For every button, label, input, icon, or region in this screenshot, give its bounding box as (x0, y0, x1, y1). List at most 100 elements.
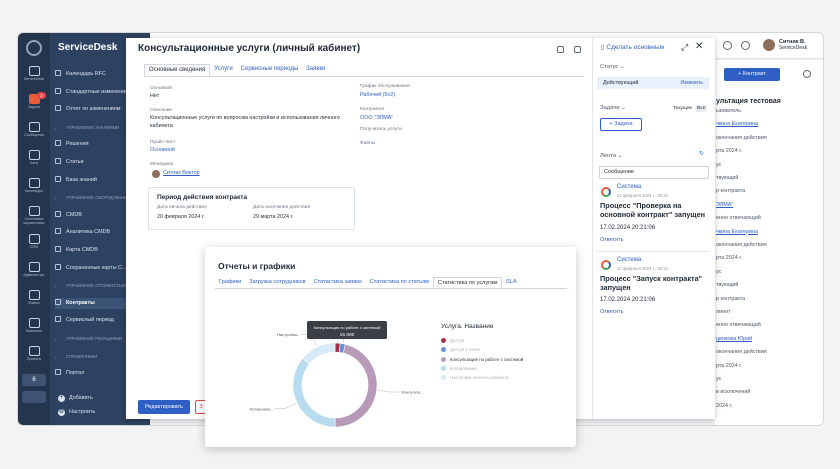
projects-icon (28, 346, 40, 356)
feed-separator (597, 251, 709, 252)
status-value: Действующий (603, 80, 639, 86)
legend-item[interactable]: Копирование (441, 365, 477, 371)
feed-label: Лента ⌄ (600, 153, 623, 159)
add-contract-button[interactable]: + Контракт (724, 68, 780, 81)
feed-message: Процесс "Проверка на основной контракт" … (600, 201, 706, 219)
feed-reply-link[interactable]: Ответить (600, 237, 624, 243)
nav-item-label: Сохраненные карты С... (66, 264, 127, 271)
nav-item-label: Аналитика CMDB (66, 229, 111, 236)
schedule-link[interactable]: Рабочий (5х2) (360, 92, 395, 100)
user-menu[interactable]: Ситник В. ServiceDesk (779, 39, 807, 51)
help-icon[interactable] (741, 41, 750, 50)
price-list-link[interactable]: Основной (150, 147, 175, 155)
manager-avatar (152, 170, 160, 178)
bell-icon[interactable] (557, 46, 564, 53)
rail-item-company[interactable]: Компания (18, 315, 50, 343)
rail-item-label: CRM (29, 245, 39, 249)
rail-item-label: Сообщения (24, 133, 44, 137)
legend-swatch (441, 375, 446, 381)
legend-item[interactable]: Доступ (441, 338, 464, 343)
rail-counter-badge[interactable]: 6 (22, 374, 46, 386)
user-avatar[interactable] (763, 39, 775, 51)
feed-reply-link[interactable]: Ответить (600, 309, 624, 315)
legend-label: Доступ (450, 338, 465, 343)
donut-chart-svg: ДоступДоступ к п...Консульта...Копирован… (250, 321, 424, 428)
rail-item-tasks[interactable]: Задачи 2 (18, 91, 50, 119)
files-icon (28, 290, 40, 300)
nav-item-label: CMDB (66, 211, 82, 218)
main-value: Нет (150, 93, 160, 99)
rail-bottom-control[interactable] (22, 391, 46, 403)
nav-item-label: Контракты (66, 299, 95, 306)
background-field-text: ус (716, 268, 722, 275)
history-icon[interactable] (723, 41, 732, 50)
chart-tooltip: Консультация по работе с системой 15 000 (307, 321, 387, 339)
background-field-text[interactable]: ценкова Юрий (716, 336, 752, 342)
message-input[interactable]: Сообщение (599, 166, 709, 179)
rail-item-files[interactable]: Файлы (18, 287, 50, 315)
contractor-link[interactable]: ООО "ЭЛМА" (360, 115, 393, 123)
legend-item[interactable]: Настройка личного кабинета (441, 375, 509, 381)
rail-item-projects[interactable]: Проекты (18, 343, 50, 371)
nav-item-icon (55, 70, 61, 76)
legend-swatch (441, 356, 446, 362)
filter-current[interactable]: Текущие (673, 106, 692, 111)
rail-item-admin[interactable]: Администра. (18, 259, 50, 287)
legend-item[interactable]: Консультация по работе с системой (441, 356, 524, 362)
edit-button[interactable]: Редактировать (138, 400, 190, 414)
slice-leader-line (377, 390, 401, 393)
app-logo-icon[interactable] (26, 40, 42, 56)
settings-gear-icon[interactable] (803, 70, 811, 78)
chevron-down-icon: ⌄ (617, 153, 623, 159)
rail-item-label: Проекты (26, 357, 42, 361)
donut-slice[interactable] (302, 342, 336, 365)
make-main-link[interactable]: ▯ Сделать основным (601, 43, 664, 51)
filter-all[interactable]: Все (695, 105, 708, 112)
nav-item-label: СПРАВОЧНИКИ (66, 353, 98, 359)
rail-item-chats[interactable]: Чаты (18, 147, 50, 175)
legend-swatch (441, 365, 446, 371)
feed-author[interactable]: Система (617, 257, 641, 263)
feed-author[interactable]: Система (617, 184, 641, 190)
rail-item-directory[interactable]: Системные справочники (18, 203, 50, 231)
nav-item-label: Портал (66, 370, 85, 377)
background-field-text[interactable]: чкина Екатерина (716, 121, 758, 127)
status-change-link[interactable]: Изменить (680, 77, 703, 89)
nav-item-icon (55, 140, 61, 147)
legend-label: Консультация по работе с системой (450, 356, 524, 362)
contract-period-box: Период действия контракта Дата начала де… (148, 187, 355, 230)
calendar-icon (28, 178, 40, 188)
rail-item-calendar[interactable]: Календарь (18, 175, 50, 203)
donut-slice[interactable] (334, 343, 378, 428)
background-field-text: енно отвечающий (716, 322, 761, 329)
close-icon[interactable]: ✕ (695, 41, 703, 52)
admin-icon (28, 262, 40, 272)
background-field-text[interactable]: ЭЛМА" (716, 202, 733, 208)
rail-item-messages[interactable]: Сообщения (18, 119, 50, 147)
expand-icon[interactable]: ⤢ (681, 42, 688, 53)
period-end-label: Дата окончания действия (253, 205, 311, 210)
manager-link[interactable]: Ситник Виктор (163, 170, 200, 178)
nav-item-icon (55, 175, 61, 182)
refresh-icon[interactable]: ↻ (699, 151, 704, 157)
background-field-text: твующий (716, 282, 739, 289)
background-field-text[interactable]: чкина Екатерина (716, 229, 758, 235)
chats-icon (28, 150, 40, 160)
donut-chart: ДоступДоступ к п...Консульта...Копирован… (205, 297, 445, 447)
status-label-text: Статус (600, 64, 619, 70)
background-contract-title: ультация тестовая (716, 98, 781, 105)
nav-item-icon (55, 263, 61, 270)
plus-icon: + (58, 395, 65, 402)
print-icon[interactable] (574, 46, 581, 53)
donut-slice[interactable] (292, 357, 336, 428)
reports-card: Отчеты и графики Графики Загрузка сотрудн… (205, 247, 576, 447)
legend-item[interactable]: Доступ к папке (441, 347, 480, 353)
rail-item-label: Системные справочники (23, 217, 45, 225)
reports-title: Отчеты и графики (218, 261, 296, 271)
add-task-button[interactable]: + Задача (600, 118, 642, 131)
nav-item-label: Сервисный период (66, 317, 114, 324)
rail-item-servicedesk[interactable]: ServiceDesk (18, 63, 50, 91)
rail-item-crm[interactable]: CRM (18, 231, 50, 259)
rail-item-label: Чаты (29, 161, 39, 165)
nav-item-icon (55, 316, 61, 323)
